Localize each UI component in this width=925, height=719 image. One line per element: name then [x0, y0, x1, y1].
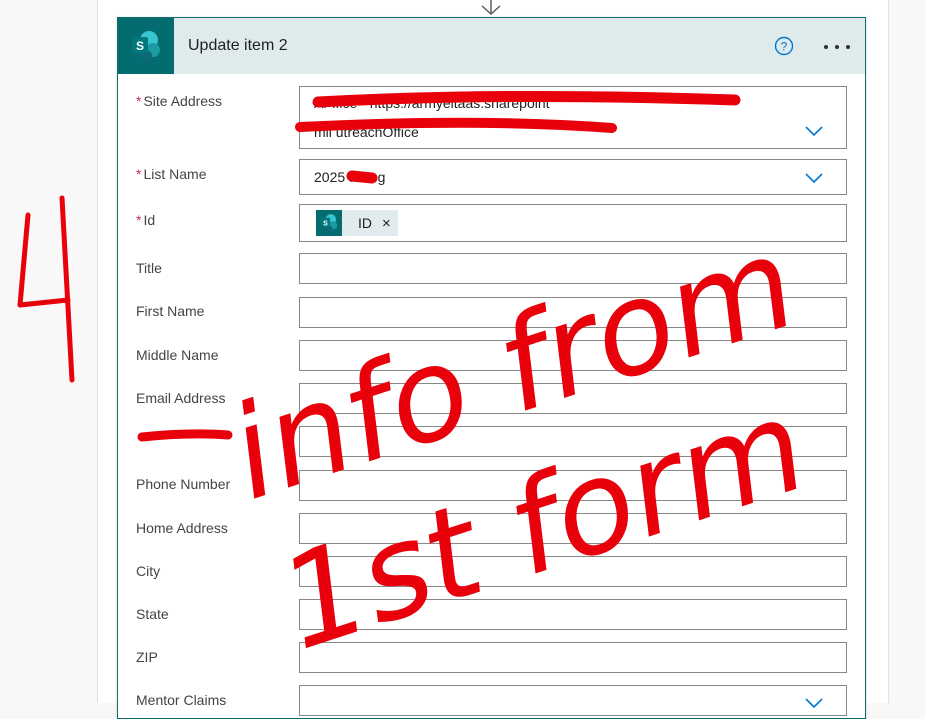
connector-arrow-icon — [481, 0, 501, 16]
chevron-down-icon[interactable] — [805, 698, 823, 708]
token-remove-icon[interactable]: × — [382, 215, 391, 232]
zip-label: ZIP — [136, 649, 158, 665]
id-label: * Id — [136, 212, 156, 228]
id-input[interactable]: S ID × — [299, 204, 847, 242]
email-address-input[interactable] — [299, 383, 847, 414]
city-label: City — [136, 563, 161, 579]
site-address-line1: Ar ffice - https://armyeitaas.sharepoint — [314, 95, 550, 111]
email-address-label: Email Address — [136, 390, 226, 406]
home-address-input[interactable] — [299, 513, 847, 544]
first-name-label: First Name — [136, 303, 205, 319]
chevron-down-icon[interactable] — [805, 173, 823, 183]
list-name-value: 2025 P Log — [314, 169, 386, 185]
id-dynamic-token[interactable]: S ID × — [316, 210, 398, 236]
site-address-dropdown[interactable]: Ar ffice - https://armyeitaas.sharepoint… — [299, 86, 847, 149]
phone-number-input[interactable] — [299, 470, 847, 501]
token-label: ID — [358, 215, 372, 231]
svg-text:S: S — [136, 39, 144, 53]
card-header[interactable]: S Update item 2 ? — [118, 18, 865, 74]
more-dots-icon[interactable] — [823, 44, 851, 50]
handwritten-four — [17, 212, 71, 308]
list-name-dropdown[interactable]: 2025 P Log — [299, 159, 847, 195]
help-circle-icon[interactable]: ? — [774, 36, 794, 56]
title-input[interactable] — [299, 253, 847, 284]
action-card: S Update item 2 ? * Site Address Ar ffice… — [117, 17, 866, 719]
title-label: Title — [136, 260, 162, 276]
list-name-label: * List Name — [136, 166, 207, 182]
city-input[interactable] — [299, 556, 847, 587]
state-label: State — [136, 606, 169, 622]
home-address-label: Home Address — [136, 520, 228, 536]
redacted-field-input[interactable] — [299, 426, 847, 457]
chevron-down-icon[interactable] — [805, 126, 823, 136]
state-input[interactable] — [299, 599, 847, 630]
sharepoint-icon: S — [118, 18, 174, 74]
zip-input[interactable] — [299, 642, 847, 673]
sharepoint-icon: S — [316, 210, 342, 236]
svg-text:?: ? — [781, 40, 788, 54]
site-address-label: * Site Address — [136, 93, 223, 109]
middle-name-input[interactable] — [299, 340, 847, 371]
svg-text:S: S — [323, 220, 328, 227]
site-address-line2: mil utreachOffice — [314, 124, 419, 140]
first-name-input[interactable] — [299, 297, 847, 328]
mentor-claims-label: Mentor Claims — [136, 692, 227, 708]
phone-number-label: Phone Number — [136, 476, 231, 492]
middle-name-label: Middle Name — [136, 347, 219, 363]
handwritten-four — [59, 195, 75, 383]
card-title[interactable]: Update item 2 — [188, 37, 288, 55]
mentor-claims-dropdown[interactable] — [299, 685, 847, 716]
